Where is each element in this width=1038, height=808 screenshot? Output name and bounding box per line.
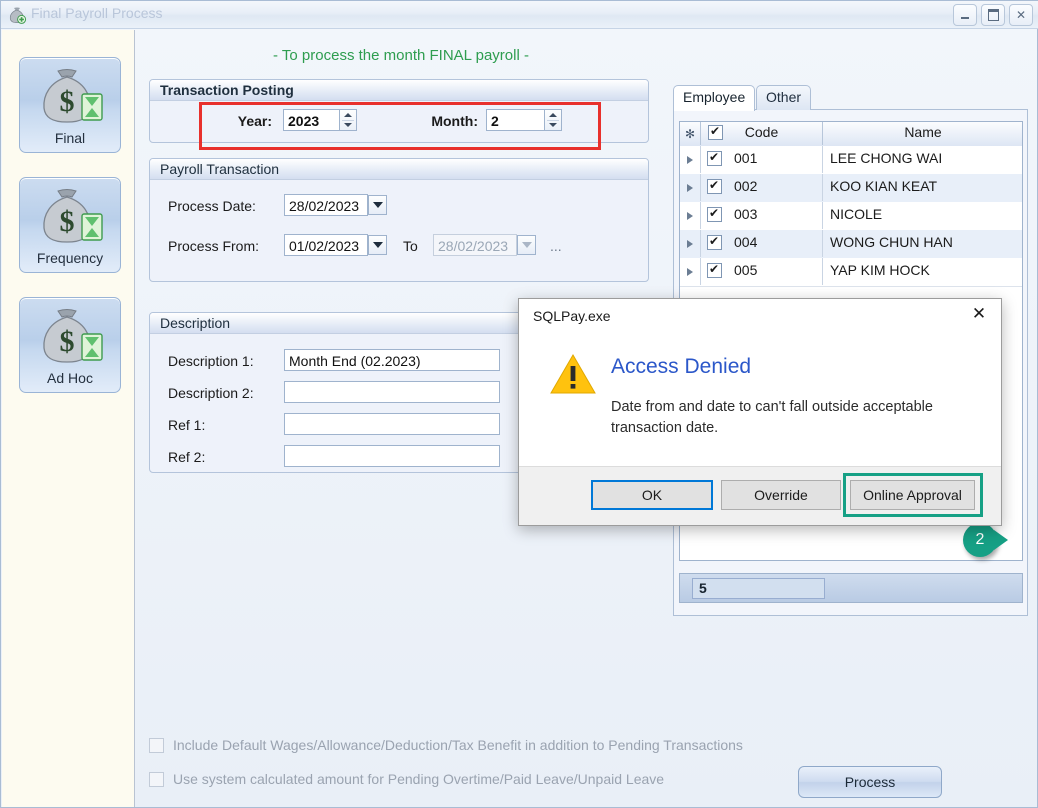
page-title: - To process the month FINAL payroll - bbox=[151, 47, 651, 64]
process-button[interactable]: Process bbox=[798, 766, 942, 798]
row-selector-icon bbox=[680, 146, 701, 173]
column-header-code[interactable]: Code bbox=[701, 122, 823, 145]
row-code: 003 bbox=[701, 202, 823, 229]
row-checkbox[interactable] bbox=[707, 235, 722, 250]
minimize-button[interactable] bbox=[953, 4, 977, 26]
row-name: NICOLE bbox=[824, 202, 1022, 229]
tab-employee[interactable]: Employee bbox=[673, 85, 755, 111]
window-title: Final Payroll Process bbox=[31, 5, 163, 21]
close-icon: ✕ bbox=[1010, 5, 1032, 25]
grid-footer: 5 bbox=[679, 573, 1023, 603]
row-checkbox[interactable] bbox=[707, 179, 722, 194]
dialog-heading: Access Denied bbox=[611, 355, 751, 379]
window-controls: ✕ bbox=[953, 4, 1033, 26]
dialog-close-icon[interactable]: ✕ bbox=[957, 299, 1001, 329]
row-checkbox[interactable] bbox=[707, 151, 722, 166]
sidebar-item-label: Frequency bbox=[20, 250, 120, 266]
table-row[interactable]: 005 YAP KIM HOCK bbox=[680, 258, 1022, 287]
svg-text:$: $ bbox=[60, 205, 75, 238]
row-selector-icon bbox=[680, 258, 701, 285]
process-date-dropdown-icon[interactable] bbox=[368, 195, 387, 215]
title-bar: Final Payroll Process ✕ bbox=[1, 1, 1038, 29]
table-row[interactable]: 003 NICOLE bbox=[680, 202, 1022, 231]
dialog-message: Date from and date to can't fall outside… bbox=[611, 397, 973, 439]
ref2-label: Ref 2: bbox=[168, 449, 205, 465]
row-code: 004 bbox=[701, 230, 823, 257]
process-date-label: Process Date: bbox=[168, 198, 256, 214]
payroll-app-icon bbox=[7, 6, 27, 24]
maximize-button[interactable] bbox=[981, 4, 1005, 26]
description1-input[interactable]: Month End (02.2023) bbox=[284, 349, 500, 371]
process-from-input[interactable]: 01/02/2023 bbox=[284, 234, 368, 256]
table-row[interactable]: 004 WONG CHUN HAN bbox=[680, 230, 1022, 259]
grid-new-row-icon: ✻ bbox=[680, 122, 701, 145]
dialog-button-bar: OK Override Online Approval bbox=[519, 466, 1001, 525]
money-bag-hourglass-icon: $ bbox=[34, 186, 106, 251]
description1-label: Description 1: bbox=[168, 353, 254, 369]
include-default-wages-label: Include Default Wages/Allowance/Deductio… bbox=[173, 737, 743, 753]
row-name: WONG CHUN HAN bbox=[824, 230, 1022, 257]
dialog-title: SQLPay.exe bbox=[533, 308, 611, 324]
row-checkbox[interactable] bbox=[707, 207, 722, 222]
row-name: YAP KIM HOCK bbox=[824, 258, 1022, 285]
payroll-transaction-caption: Payroll Transaction bbox=[150, 159, 648, 180]
use-system-amount-checkbox[interactable] bbox=[149, 772, 164, 787]
ref1-label: Ref 1: bbox=[168, 417, 205, 433]
row-selector-icon bbox=[680, 202, 701, 229]
sidebar-item-label: Final bbox=[20, 130, 120, 146]
include-default-wages-checkbox[interactable] bbox=[149, 738, 164, 753]
use-system-amount-label: Use system calculated amount for Pending… bbox=[173, 771, 664, 787]
ref1-input[interactable] bbox=[284, 413, 500, 435]
sidebar-item-frequency[interactable]: $ Frequency bbox=[19, 177, 121, 273]
payroll-transaction-group: Payroll Transaction Process Date: 28/02/… bbox=[149, 158, 649, 282]
more-options-button[interactable]: ... bbox=[550, 238, 562, 254]
override-button[interactable]: Override bbox=[721, 480, 841, 510]
row-checkbox[interactable] bbox=[707, 263, 722, 278]
row-name: LEE CHONG WAI bbox=[824, 146, 1022, 173]
sidebar-item-final[interactable]: $ Final bbox=[19, 57, 121, 153]
access-denied-dialog: SQLPay.exe ✕ Access Denied Date from and… bbox=[518, 298, 1002, 526]
process-from-label: Process From: bbox=[168, 238, 259, 254]
row-code: 001 bbox=[701, 146, 823, 173]
svg-text:$: $ bbox=[60, 325, 75, 358]
tab-other[interactable]: Other bbox=[756, 85, 811, 110]
row-code: 002 bbox=[701, 174, 823, 201]
grid-row-count: 5 bbox=[692, 578, 825, 599]
row-code: 005 bbox=[701, 258, 823, 285]
column-header-name[interactable]: Name bbox=[824, 122, 1022, 145]
description2-label: Description 2: bbox=[168, 385, 254, 401]
svg-text:$: $ bbox=[60, 85, 75, 118]
row-selector-icon bbox=[680, 230, 701, 257]
description2-input[interactable] bbox=[284, 381, 500, 403]
highlight-rect-year-month bbox=[199, 102, 601, 150]
final-payroll-process-window: Final Payroll Process ✕ $ Final bbox=[0, 0, 1038, 808]
to-label: To bbox=[403, 238, 418, 254]
sidebar: $ Final $ Frequency bbox=[2, 30, 135, 807]
warning-triangle-icon bbox=[550, 353, 596, 395]
highlight-rect-online-approval bbox=[843, 473, 983, 517]
sidebar-item-ad-hoc[interactable]: $ Ad Hoc bbox=[19, 297, 121, 393]
close-button[interactable]: ✕ bbox=[1009, 4, 1033, 26]
select-all-checkbox[interactable] bbox=[708, 125, 723, 140]
ref2-input[interactable] bbox=[284, 445, 500, 467]
annotation-badge-2: 2 bbox=[963, 523, 997, 557]
ok-button[interactable]: OK bbox=[591, 480, 713, 510]
grid-header-row: ✻ Code Name bbox=[680, 122, 1022, 147]
process-date-input[interactable]: 28/02/2023 bbox=[284, 194, 368, 216]
money-bag-hourglass-icon: $ bbox=[34, 306, 106, 371]
table-row[interactable]: 002 KOO KIAN KEAT bbox=[680, 174, 1022, 203]
tab-strip: Employee Other bbox=[673, 85, 1028, 110]
money-bag-hourglass-icon: $ bbox=[34, 66, 106, 131]
process-from-dropdown-icon[interactable] bbox=[368, 235, 387, 255]
process-to-input[interactable]: 28/02/2023 bbox=[433, 234, 517, 256]
transaction-posting-caption: Transaction Posting bbox=[150, 80, 648, 101]
row-name: KOO KIAN KEAT bbox=[824, 174, 1022, 201]
process-to-dropdown-icon[interactable] bbox=[517, 235, 536, 255]
table-row[interactable]: 001 LEE CHONG WAI bbox=[680, 146, 1022, 175]
row-selector-icon bbox=[680, 174, 701, 201]
sidebar-item-label: Ad Hoc bbox=[20, 370, 120, 386]
